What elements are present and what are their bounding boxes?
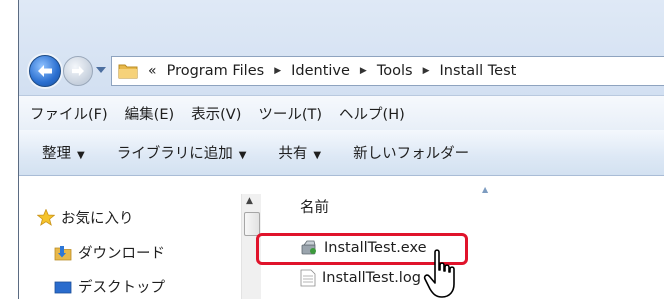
chevron-down-icon: ▼ (77, 150, 85, 161)
back-arrow-icon (38, 65, 52, 77)
breadcrumb-identive[interactable]: Identive (291, 63, 350, 79)
menu-tools[interactable]: ツール(T) (258, 103, 322, 124)
chevron-down-icon: ▼ (313, 150, 322, 161)
address-bar[interactable]: « Program Files ▶ Identive ▶ Tools ▶ Ins… (111, 56, 664, 86)
breadcrumb-install-test[interactable]: Install Test (440, 63, 517, 79)
forward-button[interactable] (63, 56, 93, 86)
nav-favorites-label: お気に入り (61, 211, 134, 227)
breadcrumb-separator-icon[interactable]: ▶ (360, 66, 367, 76)
forward-arrow-icon (72, 65, 84, 77)
scroll-up-icon[interactable]: ▲ (246, 196, 253, 206)
navigation-pane: お気に入り ダウンロード デスクトップ ▲ (19, 176, 265, 299)
menu-file[interactable]: ファイル(F) (30, 103, 108, 124)
back-button[interactable] (29, 55, 61, 87)
command-bar: 整理 ▼ ライブラリに追加 ▼ 共有 ▼ 新しいフォルダー (19, 130, 664, 176)
column-header-name[interactable]: 名前 (300, 196, 329, 217)
star-icon (37, 209, 55, 226)
breadcrumb-program-files[interactable]: Program Files (167, 63, 265, 79)
download-folder-icon (54, 245, 72, 260)
new-folder-button[interactable]: 新しいフォルダー (353, 142, 469, 163)
breadcrumb-separator-icon[interactable]: ▶ (274, 66, 281, 76)
file-name: InstallTest.log (322, 270, 421, 286)
nav-item-desktop[interactable]: デスクトップ (54, 276, 165, 297)
add-to-library-button[interactable]: ライブラリに追加 ▼ (117, 142, 247, 163)
sort-ascending-icon: ▲ (482, 185, 489, 194)
menu-bar: ファイル(F) 編集(E) 表示(V) ツール(T) ヘルプ(H) (19, 95, 664, 131)
chevron-down-icon: ▼ (238, 150, 247, 161)
nav-downloads-label: ダウンロード (78, 246, 165, 262)
organize-label: 整理 (42, 146, 71, 162)
nav-desktop-label: デスクトップ (78, 280, 165, 296)
desktop-icon (54, 281, 72, 293)
hand-pointer-icon (423, 249, 455, 298)
navigation-row: « Program Files ▶ Identive ▶ Tools ▶ Ins… (19, 46, 664, 94)
folder-icon (118, 64, 138, 79)
file-item-installtest-log[interactable]: InstallTest.log (294, 269, 427, 287)
menu-edit[interactable]: 編集(E) (125, 103, 174, 124)
share-button[interactable]: 共有 ▼ (278, 142, 321, 163)
breadcrumb-tools[interactable]: Tools (377, 63, 413, 79)
organize-button[interactable]: 整理 ▼ (42, 142, 85, 163)
menu-help[interactable]: ヘルプ(H) (339, 103, 405, 124)
nav-item-favorites[interactable]: お気に入り (37, 207, 134, 228)
history-dropdown-icon[interactable] (96, 66, 106, 74)
text-file-icon (300, 269, 316, 287)
add-to-library-label: ライブラリに追加 (116, 146, 233, 162)
breadcrumb-overflow[interactable]: « (148, 63, 157, 79)
menu-view[interactable]: 表示(V) (191, 103, 241, 124)
scrollbar-thumb[interactable] (244, 212, 260, 236)
breadcrumb-separator-icon[interactable]: ▶ (423, 66, 430, 76)
title-bar (19, 0, 664, 46)
share-label: 共有 (278, 146, 308, 162)
nav-item-downloads[interactable]: ダウンロード (54, 242, 165, 263)
